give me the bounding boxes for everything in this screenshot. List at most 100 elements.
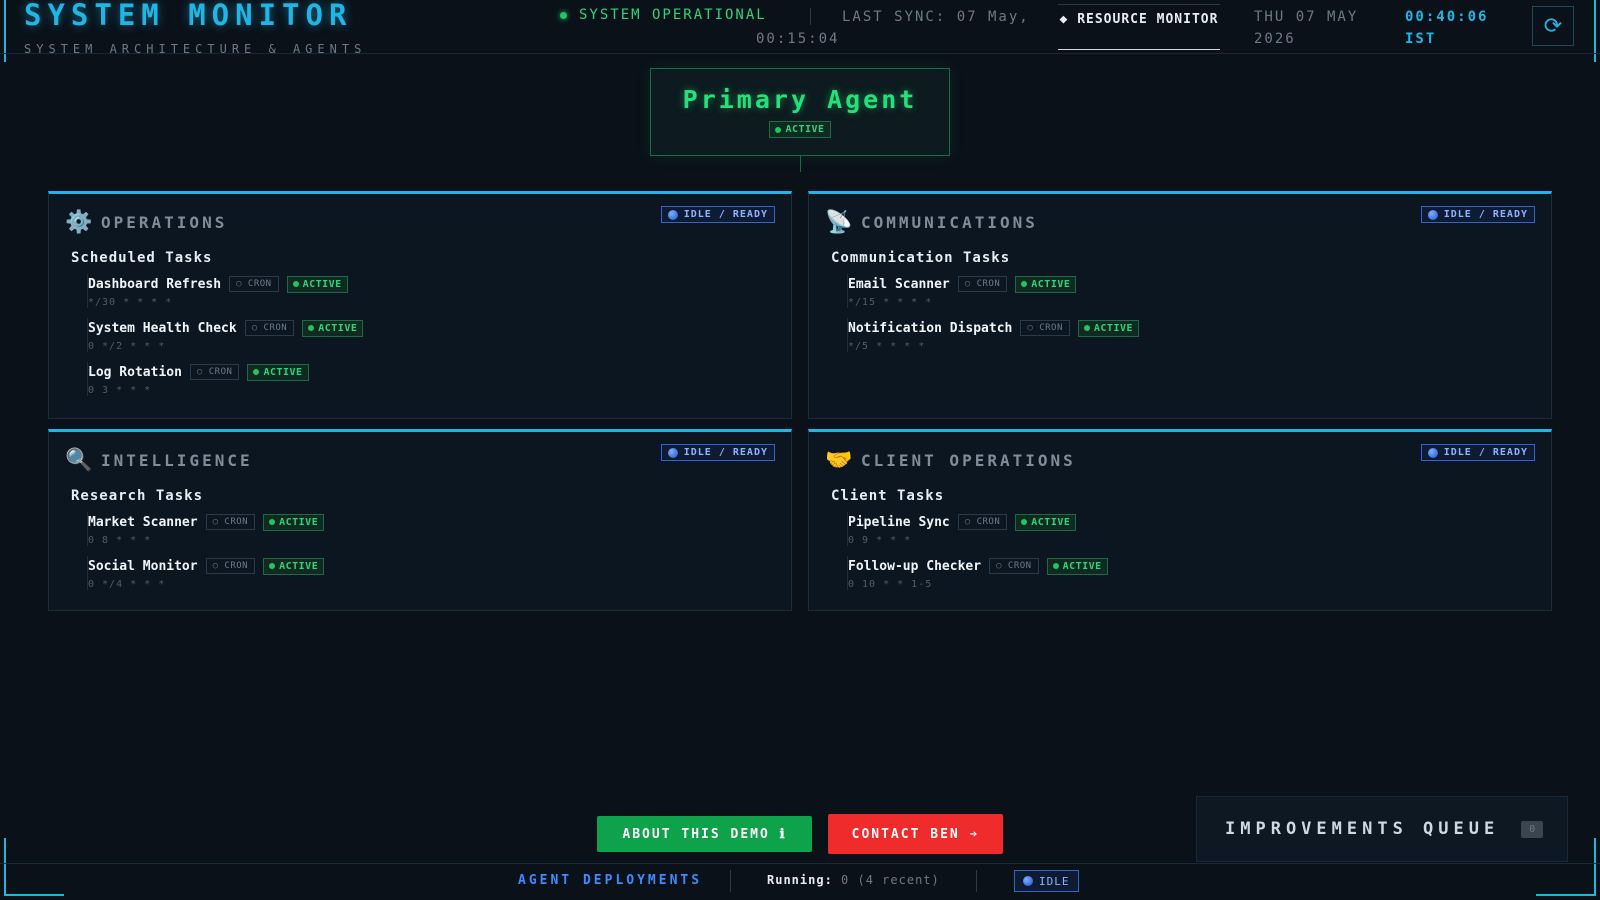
task-status-badge: ACTIVE	[263, 513, 325, 531]
active-dot-icon	[308, 325, 315, 331]
about-demo-button[interactable]: ABOUT THIS DEMO ℹ	[597, 816, 812, 852]
task-status: ACTIVE	[1062, 560, 1102, 572]
task-status-badge: ACTIVE	[263, 557, 325, 575]
refresh-icon: ⟳	[1543, 13, 1563, 39]
task-status: ACTIVE	[1093, 322, 1134, 334]
panel-status: IDLE / READY	[683, 209, 768, 220]
cron-badge: ○ CRON	[1020, 320, 1070, 336]
task-group-title: Client Tasks	[831, 488, 945, 504]
panel-client-operations: 🤝 CLIENT OPERATIONS IDLE / READY Client Tas…	[808, 429, 1552, 611]
task-item[interactable]: Pipeline Sync ○ CRON ACTIVE 0 9 * * *	[847, 512, 1108, 546]
improvements-queue-title: IMPROVEMENTS QUEUE	[1225, 819, 1500, 839]
idle-dot-icon	[667, 447, 678, 458]
task-name: Notification Dispatch	[848, 320, 1013, 336]
active-dot-icon	[269, 563, 276, 569]
task-item[interactable]: System Health Check ○ CRON ACTIVE 0 */2 * *…	[87, 318, 364, 352]
running-label: Running:	[767, 873, 833, 887]
panel-title: COMMUNICATIONS	[861, 213, 1038, 232]
header: SYSTEM MONITOR SYSTEM ARCHITECTURE & AGE…	[0, 0, 1600, 56]
task-status: ACTIVE	[318, 322, 358, 334]
panel-title: OPERATIONS	[101, 213, 228, 232]
task-status: ACTIVE	[302, 278, 342, 290]
current-time: 00:40:06 IST	[1405, 9, 1489, 47]
task-group-title: Research Tasks	[71, 488, 204, 504]
task-item[interactable]: Social Monitor ○ CRON ACTIVE 0 */4 * * *	[87, 556, 325, 590]
running-recent: (4 recent)	[857, 873, 940, 887]
panel-title: CLIENT OPERATIONS	[861, 451, 1076, 470]
app-subtitle: SYSTEM ARCHITECTURE & AGENTS	[24, 42, 367, 56]
gear-icon: ⚙️	[65, 210, 93, 235]
handshake-icon: 🤝	[825, 448, 853, 473]
magnifier-icon: 🔍	[65, 448, 93, 473]
deployment-status-badge: IDLE	[1014, 870, 1079, 892]
last-sync: LAST SYNC: 07 May, 00:15:04	[756, 9, 1030, 47]
task-status-badge: ACTIVE	[247, 363, 309, 381]
task-item[interactable]: Notification Dispatch ○ CRON ACTIVE */5 * *…	[847, 318, 1140, 352]
satellite-dish-icon: 📡	[825, 210, 853, 235]
active-dot-icon	[775, 126, 782, 133]
cron-badge: ○ CRON	[957, 514, 1008, 530]
running-count: 0	[841, 873, 850, 887]
task-name: Dashboard Refresh	[88, 276, 222, 292]
panel-header: ⚙️ OPERATIONS	[65, 210, 227, 235]
task-name: Email Scanner	[848, 276, 950, 292]
active-dot-icon	[1083, 325, 1090, 331]
task-status: ACTIVE	[1031, 278, 1071, 290]
active-dot-icon	[1052, 563, 1059, 569]
system-status: SYSTEM OPERATIONAL	[560, 7, 767, 23]
panel-header: 🔍 INTELLIGENCE	[65, 448, 253, 473]
task-schedule: 0 10 * * 1-5	[848, 579, 933, 590]
task-item[interactable]: Market Scanner ○ CRON ACTIVE 0 8 * * *	[87, 512, 325, 546]
panel-operations: ⚙️ OPERATIONS IDLE / READY Scheduled Tasks D…	[48, 191, 792, 419]
task-list: Dashboard Refresh ○ CRON ACTIVE */30 * * * …	[87, 274, 364, 406]
task-item[interactable]: Log Rotation ○ CRON ACTIVE 0 3 * * *	[87, 362, 363, 396]
idle-dot-icon	[1023, 876, 1033, 886]
cron-badge: ○ CRON	[205, 558, 256, 574]
system-status-text: SYSTEM OPERATIONAL	[579, 7, 767, 23]
contact-button[interactable]: CONTACT BEN ➔	[828, 814, 1003, 854]
task-schedule: */30 * * * *	[88, 297, 173, 308]
footer: AGENT DEPLOYMENTS Running: 0 (4 recent) …	[0, 863, 1600, 900]
primary-agent-status-badge: ACTIVE	[769, 121, 831, 138]
task-status: ACTIVE	[263, 366, 303, 378]
improvements-count-badge: 0	[1521, 820, 1544, 838]
task-item[interactable]: Dashboard Refresh ○ CRON ACTIVE */30 * * * …	[87, 274, 363, 308]
task-name: Follow-up Checker	[848, 558, 982, 574]
improvements-queue[interactable]: IMPROVEMENTS QUEUE 0	[1196, 796, 1568, 862]
task-list: Email Scanner ○ CRON ACTIVE */15 * * * * Not…	[847, 274, 1140, 362]
current-date: THU 07 MAY 2026	[1254, 9, 1359, 47]
panel-status-badge: IDLE / READY	[660, 206, 775, 223]
task-item[interactable]: Follow-up Checker ○ CRON ACTIVE 0 10 * * 1-…	[847, 556, 1108, 590]
agent-connector-line	[800, 156, 801, 172]
task-group-title: Communication Tasks	[831, 250, 1011, 266]
active-dot-icon	[1021, 519, 1028, 525]
resource-monitor-button[interactable]: ◆ RESOURCE MONITOR	[1058, 4, 1220, 50]
idle-dot-icon	[1427, 209, 1438, 220]
panel-intelligence: 🔍 INTELLIGENCE IDLE / READY Research Tasks M…	[48, 429, 792, 611]
task-name: Social Monitor	[88, 558, 198, 574]
task-status-badge: ACTIVE	[1046, 557, 1108, 575]
cron-badge: ○ CRON	[229, 276, 279, 292]
cron-badge: ○ CRON	[205, 514, 256, 530]
running-status: Running: 0 (4 recent)	[767, 873, 940, 887]
panel-communications: 📡 COMMUNICATIONS IDLE / READY Communication…	[808, 191, 1552, 419]
panel-status: IDLE / READY	[683, 447, 768, 458]
task-list: Market Scanner ○ CRON ACTIVE 0 8 * * * Socia…	[87, 512, 325, 600]
task-status: ACTIVE	[1031, 516, 1071, 528]
task-schedule: 0 */2 * * *	[88, 341, 166, 352]
active-dot-icon	[269, 519, 276, 525]
status-dot-icon	[560, 11, 567, 19]
app-title: SYSTEM MONITOR	[24, 0, 353, 32]
task-name: Market Scanner	[88, 514, 198, 530]
task-name: Pipeline Sync	[848, 514, 950, 530]
cron-badge: ○ CRON	[189, 364, 240, 380]
refresh-button[interactable]: ⟳	[1532, 6, 1574, 46]
panel-header: 📡 COMMUNICATIONS	[825, 210, 1038, 235]
task-item[interactable]: Email Scanner ○ CRON ACTIVE */15 * * * *	[847, 274, 1139, 308]
task-status-badge: ACTIVE	[302, 319, 364, 337]
task-status-badge: ACTIVE	[1015, 513, 1077, 531]
task-schedule: 0 */4 * * *	[88, 579, 166, 590]
primary-agent-card[interactable]: Primary Agent ACTIVE	[650, 68, 950, 156]
cron-badge: ○ CRON	[957, 276, 1008, 292]
task-group-title: Scheduled Tasks	[71, 250, 213, 266]
